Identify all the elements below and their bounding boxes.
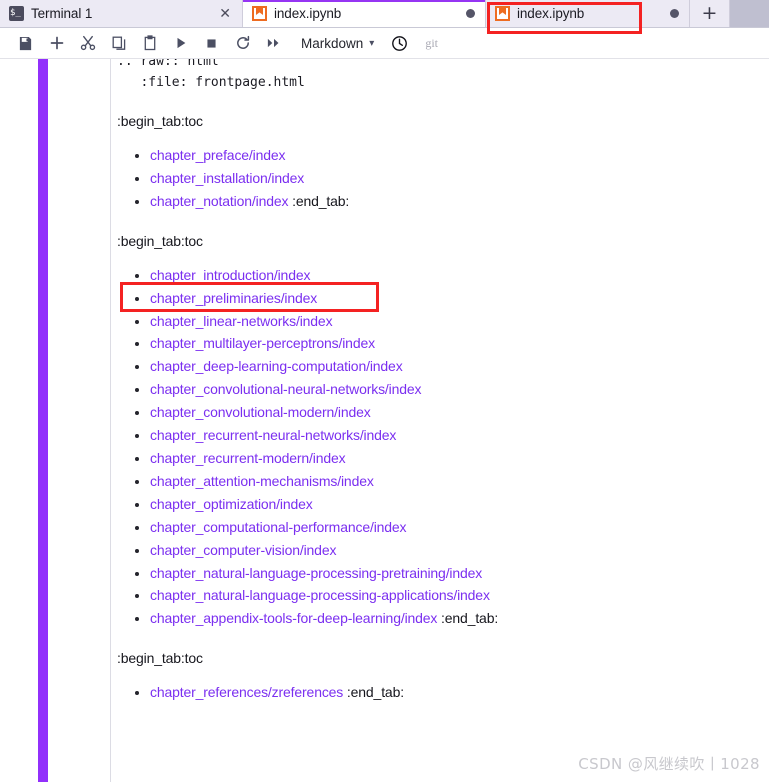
list-item[interactable]: chapter_natural-language-processing-appl… [117, 584, 769, 607]
raw-directive-line-2: :file: frontpage.html [117, 75, 305, 90]
list-item[interactable]: chapter_recurrent-neural-networks/index [117, 424, 769, 447]
run-button[interactable] [165, 30, 196, 56]
chapter-link[interactable]: chapter_preliminaries/index [150, 290, 317, 306]
end-tab-suffix: :end_tab: [288, 192, 350, 209]
markdown-cell-source[interactable]: .. raw:: html :file: frontpage.html :beg… [117, 59, 769, 782]
new-tab-button[interactable]: + [690, 0, 730, 27]
tab-label: index.ipynb [274, 6, 342, 21]
begin-tab-directive: :begin_tab:toc [117, 113, 203, 129]
chapter-link[interactable]: chapter_recurrent-modern/index [150, 450, 346, 466]
notebook-toolbar: Markdown ▾ git [0, 28, 769, 59]
unsaved-dot-icon[interactable] [670, 9, 679, 18]
list-item[interactable]: chapter_natural-language-processing-pret… [117, 562, 769, 585]
git-status-label: git [425, 35, 438, 50]
list-item[interactable]: chapter_computer-vision/index [117, 539, 769, 562]
watermark: CSDN @风继续吹丨1028 [578, 755, 760, 773]
list-item[interactable]: chapter_preface/index [117, 144, 769, 167]
cell-input-divider [110, 59, 111, 782]
list-item[interactable]: chapter_deep-learning-computation/index [117, 355, 769, 378]
list-item[interactable]: chapter_notation/index :end_tab: [117, 190, 769, 213]
cut-icon[interactable] [72, 30, 103, 56]
paste-icon[interactable] [134, 30, 165, 56]
list-item[interactable]: chapter_optimization/index [117, 493, 769, 516]
unsaved-dot-icon[interactable] [466, 9, 475, 18]
chapter-link[interactable]: chapter_references/zreferences [150, 684, 343, 700]
cell-type-value: Markdown [301, 35, 364, 51]
toc-list-3: chapter_references/zreferences :end_tab: [117, 681, 769, 704]
list-item[interactable]: chapter_convolutional-modern/index [117, 401, 769, 424]
notebook-icon [252, 6, 267, 21]
tab-bar-filler [730, 0, 769, 27]
insert-cell-button[interactable] [41, 30, 72, 56]
end-tab-suffix: :end_tab: [343, 684, 404, 701]
copy-icon[interactable] [103, 30, 134, 56]
chapter-link[interactable]: chapter_optimization/index [150, 496, 313, 512]
active-cell-indicator [38, 59, 48, 782]
list-item[interactable]: chapter_linear-networks/index [117, 310, 769, 333]
chapter-link[interactable]: chapter_computer-vision/index [150, 542, 336, 558]
list-item[interactable]: chapter_convolutional-neural-networks/in… [117, 378, 769, 401]
toc-list-1: chapter_preface/index chapter_installati… [117, 144, 769, 213]
chapter-link[interactable]: chapter_preface/index [150, 147, 286, 163]
chapter-link[interactable]: chapter_notation/index [150, 193, 289, 209]
list-item[interactable]: chapter_introduction/index [117, 264, 769, 287]
list-item[interactable]: chapter_attention-mechanisms/index [117, 470, 769, 493]
chapter-link[interactable]: chapter_natural-language-processing-appl… [150, 587, 490, 603]
chapter-link[interactable]: chapter_appendix-tools-for-deep-learning… [150, 610, 437, 626]
close-icon[interactable]: ✕ [216, 7, 234, 21]
tab-index-ipynb-2[interactable]: index.ipynb [486, 0, 690, 27]
chevron-down-icon: ▾ [369, 37, 375, 49]
chapter-link[interactable]: chapter_linear-networks/index [150, 313, 333, 329]
restart-kernel-button[interactable] [227, 30, 258, 56]
begin-tab-directive: :begin_tab:toc [117, 650, 203, 667]
chapter-link[interactable]: chapter_multilayer-perceptrons/index [150, 335, 375, 351]
save-button[interactable] [10, 30, 41, 56]
chapter-link[interactable]: chapter_installation/index [150, 170, 304, 186]
list-item[interactable]: chapter_multilayer-perceptrons/index [117, 332, 769, 355]
cell-type-dropdown[interactable]: Markdown ▾ [301, 36, 374, 51]
jupyterlab-window: Terminal 1 ✕ index.ipynb index.ipynb + [0, 0, 769, 782]
chapter-link[interactable]: chapter_computational-performance/index [150, 519, 407, 535]
raw-directive-line-1: .. raw:: html [117, 59, 219, 69]
list-item[interactable]: chapter_references/zreferences :end_tab: [117, 681, 769, 704]
notebook-content-area: .. raw:: html :file: frontpage.html :beg… [0, 59, 769, 782]
list-item[interactable]: chapter_recurrent-modern/index [117, 447, 769, 470]
chapter-link[interactable]: chapter_convolutional-modern/index [150, 404, 371, 420]
list-item[interactable]: chapter_preliminaries/index [117, 287, 769, 310]
chapter-link[interactable]: chapter_introduction/index [150, 267, 310, 283]
terminal-icon [9, 5, 24, 21]
end-tab-suffix: :end_tab: [437, 610, 499, 627]
notebook-icon [495, 6, 510, 21]
tab-label: Terminal 1 [31, 6, 93, 21]
begin-tab-directive: :begin_tab:toc [117, 232, 203, 249]
tab-index-ipynb-1[interactable]: index.ipynb [243, 0, 486, 27]
list-item[interactable]: chapter_appendix-tools-for-deep-learning… [117, 607, 769, 630]
chapter-link[interactable]: chapter_recurrent-neural-networks/index [150, 427, 396, 443]
tab-label: index.ipynb [517, 6, 585, 21]
chapter-link[interactable]: chapter_deep-learning-computation/index [150, 358, 403, 374]
chapter-link[interactable]: chapter_convolutional-neural-networks/in… [150, 381, 422, 397]
list-item[interactable]: chapter_computational-performance/index [117, 516, 769, 539]
kernel-busy-clock-icon[interactable] [384, 30, 415, 56]
tab-bar: Terminal 1 ✕ index.ipynb index.ipynb + [0, 0, 769, 28]
toc-list-2: chapter_introduction/index chapter_preli… [117, 264, 769, 631]
run-all-button[interactable] [258, 30, 289, 56]
chapter-link[interactable]: chapter_attention-mechanisms/index [150, 473, 374, 489]
stop-button[interactable] [196, 30, 227, 56]
list-item[interactable]: chapter_installation/index [117, 167, 769, 190]
tab-terminal-1[interactable]: Terminal 1 ✕ [0, 0, 243, 27]
chapter-link[interactable]: chapter_natural-language-processing-pret… [150, 565, 482, 581]
